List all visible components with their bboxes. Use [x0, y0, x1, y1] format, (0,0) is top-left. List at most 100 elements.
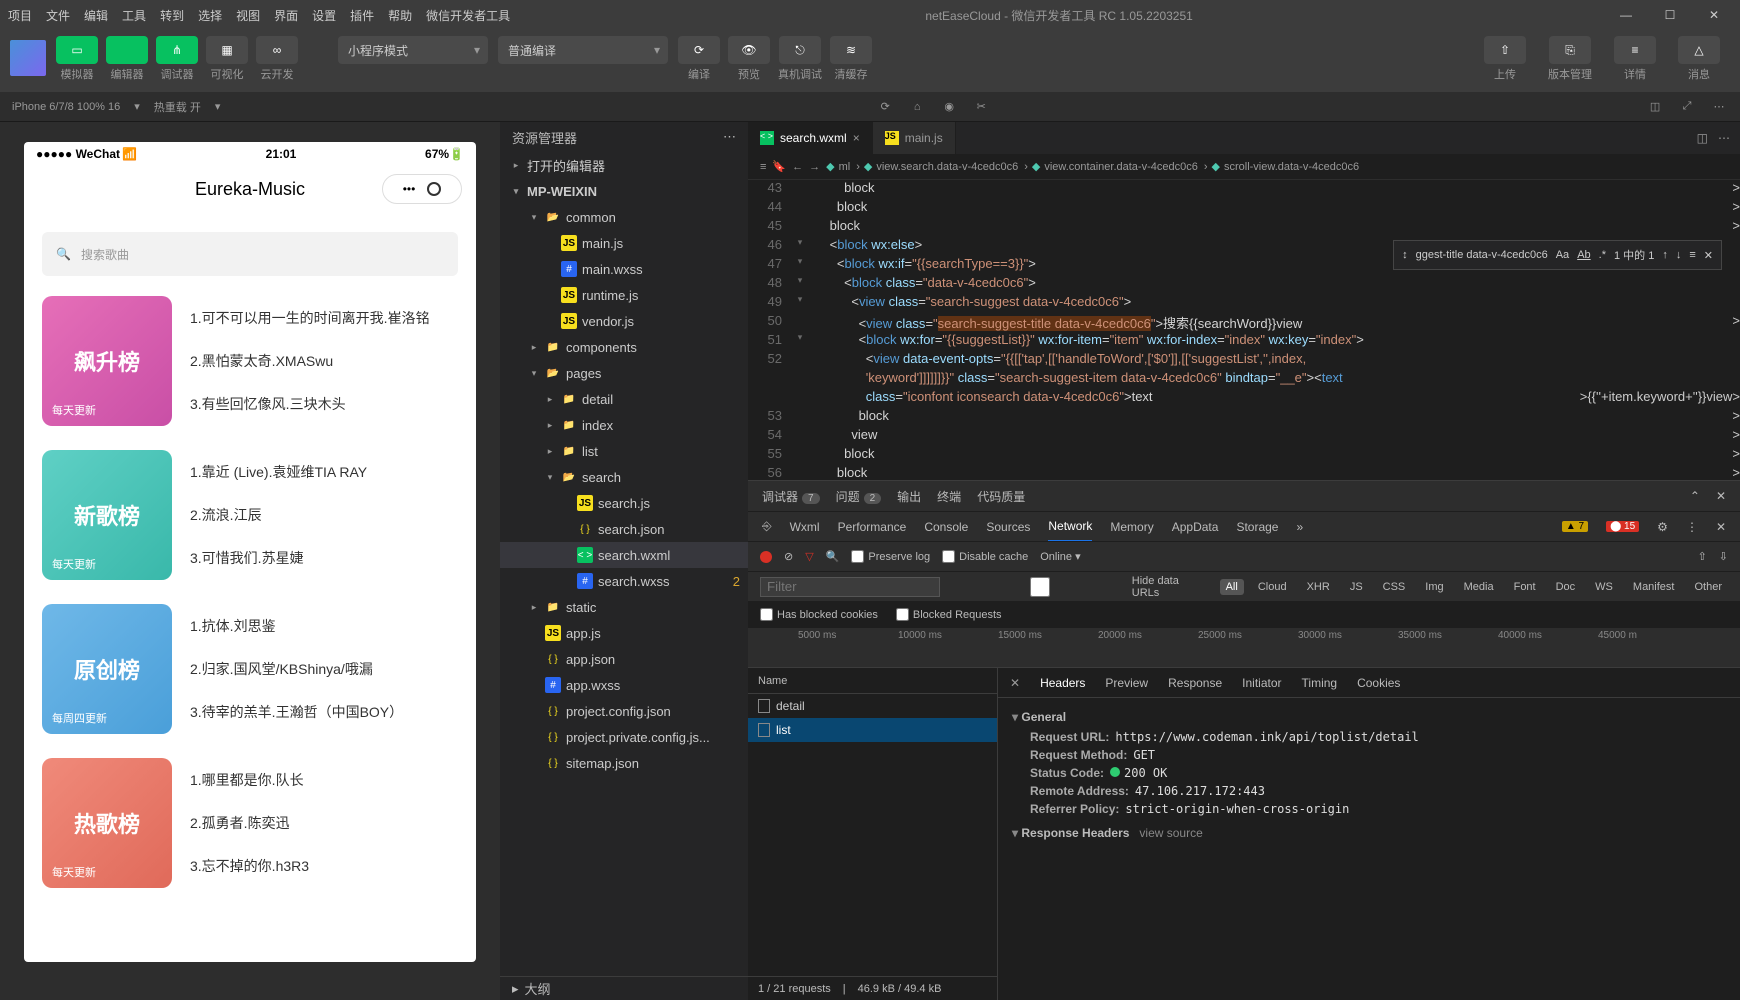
menu-编辑[interactable]: 编辑: [84, 7, 108, 24]
close-icon[interactable]: ✕: [1716, 489, 1726, 503]
devtools-tab[interactable]: Console: [924, 520, 968, 534]
close-icon[interactable]: ✕: [1716, 520, 1726, 534]
tree-item[interactable]: #app.wxss: [500, 672, 748, 698]
rank-item[interactable]: 1.可不可以用一生的时间离开我.崔洛铭: [190, 308, 458, 328]
timeline[interactable]: 5000 ms10000 ms15000 ms20000 ms25000 ms3…: [748, 627, 1740, 667]
home-icon[interactable]: ⌂: [908, 98, 926, 116]
device-info[interactable]: iPhone 6/7/8 100% 16: [12, 101, 120, 113]
tree-item[interactable]: JSmain.js: [500, 230, 748, 256]
hot-reload[interactable]: 热重载 开: [154, 99, 201, 115]
tree-item[interactable]: ▸📁detail: [500, 386, 748, 412]
download-icon[interactable]: ⇩: [1719, 550, 1728, 563]
rank-item[interactable]: 2.孤勇者.陈奕迅: [190, 813, 458, 833]
devtools-tab[interactable]: Sources: [986, 520, 1030, 534]
chevron-up-icon[interactable]: ⌃: [1690, 489, 1700, 503]
action-button[interactable]: ⎘: [1549, 36, 1591, 64]
debug-tab[interactable]: 调试器7: [762, 488, 820, 505]
root-folder[interactable]: ▾MP-WEIXIN: [500, 178, 748, 204]
tree-item[interactable]: ▾📂pages: [500, 360, 748, 386]
breadcrumb[interactable]: ≡ 🔖 ← → ◆ml› ◆view.search.data-v-4cedc0c…: [748, 154, 1740, 180]
filter-type[interactable]: WS: [1589, 579, 1619, 595]
tree-item[interactable]: ▾📂search: [500, 464, 748, 490]
disable-cache[interactable]: Disable cache: [942, 550, 1028, 563]
rank-item[interactable]: 1.抗体.刘思鉴: [190, 616, 458, 636]
filter-type[interactable]: Cloud: [1252, 579, 1293, 595]
mode-select[interactable]: 小程序模式: [338, 36, 488, 64]
capsule-button[interactable]: •••: [382, 174, 462, 204]
menu-设置[interactable]: 设置: [312, 7, 336, 24]
online-select[interactable]: Online ▾: [1040, 550, 1080, 563]
avatar[interactable]: [10, 40, 46, 76]
detail-tab[interactable]: Cookies: [1357, 676, 1400, 690]
filter-type[interactable]: Media: [1458, 579, 1500, 595]
filter-icon[interactable]: ▽: [805, 550, 813, 563]
action-button[interactable]: ≡: [1614, 36, 1656, 64]
split-icon[interactable]: ◫: [1697, 131, 1708, 145]
rank-item[interactable]: 1.哪里都是你.队长: [190, 770, 458, 790]
filter-type[interactable]: XHR: [1301, 579, 1336, 595]
menu-文件[interactable]: 文件: [46, 7, 70, 24]
toggle-icon[interactable]: ◫: [1646, 98, 1664, 116]
rank-card[interactable]: 热歌榜每天更新: [42, 758, 172, 888]
detail-tab[interactable]: Preview: [1105, 676, 1148, 690]
tree-item[interactable]: { }project.private.config.js...: [500, 724, 748, 750]
rank-card[interactable]: 原创榜每周四更新: [42, 604, 172, 734]
close-button[interactable]: ✕: [1696, 3, 1732, 27]
refresh-icon[interactable]: ⟳: [876, 98, 894, 116]
rank-item[interactable]: 2.流浪.江辰: [190, 505, 458, 525]
rank-item[interactable]: 3.待宰的羔羊.王瀚哲（中国BOY）: [190, 702, 458, 722]
menu-工具[interactable]: 工具: [122, 7, 146, 24]
menu-项目[interactable]: 项目: [8, 7, 32, 24]
tree-item[interactable]: { }sitemap.json: [500, 750, 748, 776]
debug-tab[interactable]: 问题2: [836, 488, 882, 505]
filter-type[interactable]: Other: [1688, 579, 1728, 595]
filter-type[interactable]: CSS: [1377, 579, 1412, 595]
rank-card[interactable]: 新歌榜每天更新: [42, 450, 172, 580]
detail-tab[interactable]: Timing: [1302, 676, 1338, 690]
tree-item[interactable]: ▾📂common: [500, 204, 748, 230]
tree-item[interactable]: ▸📁components: [500, 334, 748, 360]
tree-item[interactable]: ▸📁index: [500, 412, 748, 438]
action-button[interactable]: ▦: [206, 36, 248, 64]
devtools-tab[interactable]: Wxml: [790, 520, 820, 534]
tree-item[interactable]: ▸📁static: [500, 594, 748, 620]
editor-tab[interactable]: < >search.wxml×: [748, 122, 873, 154]
tree-item[interactable]: JSruntime.js: [500, 282, 748, 308]
more-icon[interactable]: ⋯: [1718, 131, 1730, 145]
search-icon[interactable]: 🔍: [826, 550, 840, 563]
more-icon[interactable]: ⋯: [723, 129, 736, 145]
tree-item[interactable]: JSapp.js: [500, 620, 748, 646]
rank-list[interactable]: 飙升榜每天更新1.可不可以用一生的时间离开我.崔洛铭2.黑怕蒙太奇.XMASwu…: [24, 296, 476, 962]
menu-视图[interactable]: 视图: [236, 7, 260, 24]
filter-type[interactable]: Doc: [1550, 579, 1582, 595]
filter-type[interactable]: Img: [1419, 579, 1449, 595]
maximize-button[interactable]: ☐: [1652, 3, 1688, 27]
minimize-button[interactable]: —: [1608, 3, 1644, 27]
tree-item[interactable]: #search.wxss2: [500, 568, 748, 594]
action-button[interactable]: ≋: [830, 36, 872, 64]
forward-icon[interactable]: →: [809, 161, 820, 173]
more-icon[interactable]: ⋮: [1686, 520, 1698, 534]
detail-tab[interactable]: Initiator: [1242, 676, 1281, 690]
action-button[interactable]: 👁: [728, 36, 770, 64]
filter-type[interactable]: All: [1220, 579, 1244, 595]
tree-item[interactable]: ▸📁list: [500, 438, 748, 464]
compile-select[interactable]: 普通编译: [498, 36, 668, 64]
close-icon[interactable]: ✕: [1704, 249, 1713, 262]
hide-data-urls[interactable]: Hide data URLs: [952, 575, 1208, 599]
editor-tab[interactable]: JSmain.js: [873, 122, 956, 154]
menu-插件[interactable]: 插件: [350, 7, 374, 24]
inspect-icon[interactable]: ⎆: [762, 519, 772, 534]
devtools-tab[interactable]: Performance: [838, 520, 907, 534]
devtools-tab[interactable]: Storage: [1236, 520, 1278, 534]
tree-item[interactable]: < >search.wxml: [500, 542, 748, 568]
tree-item[interactable]: { }project.config.json: [500, 698, 748, 724]
filter-input[interactable]: [760, 577, 940, 597]
more-icon[interactable]: ⋯: [1710, 98, 1728, 116]
request-row[interactable]: detail: [748, 694, 997, 718]
tree-item[interactable]: { }app.json: [500, 646, 748, 672]
detail-tab[interactable]: Response: [1168, 676, 1222, 690]
menu-选择[interactable]: 选择: [198, 7, 222, 24]
back-icon[interactable]: ←: [792, 161, 803, 173]
detail-tab[interactable]: Headers: [1040, 676, 1085, 690]
